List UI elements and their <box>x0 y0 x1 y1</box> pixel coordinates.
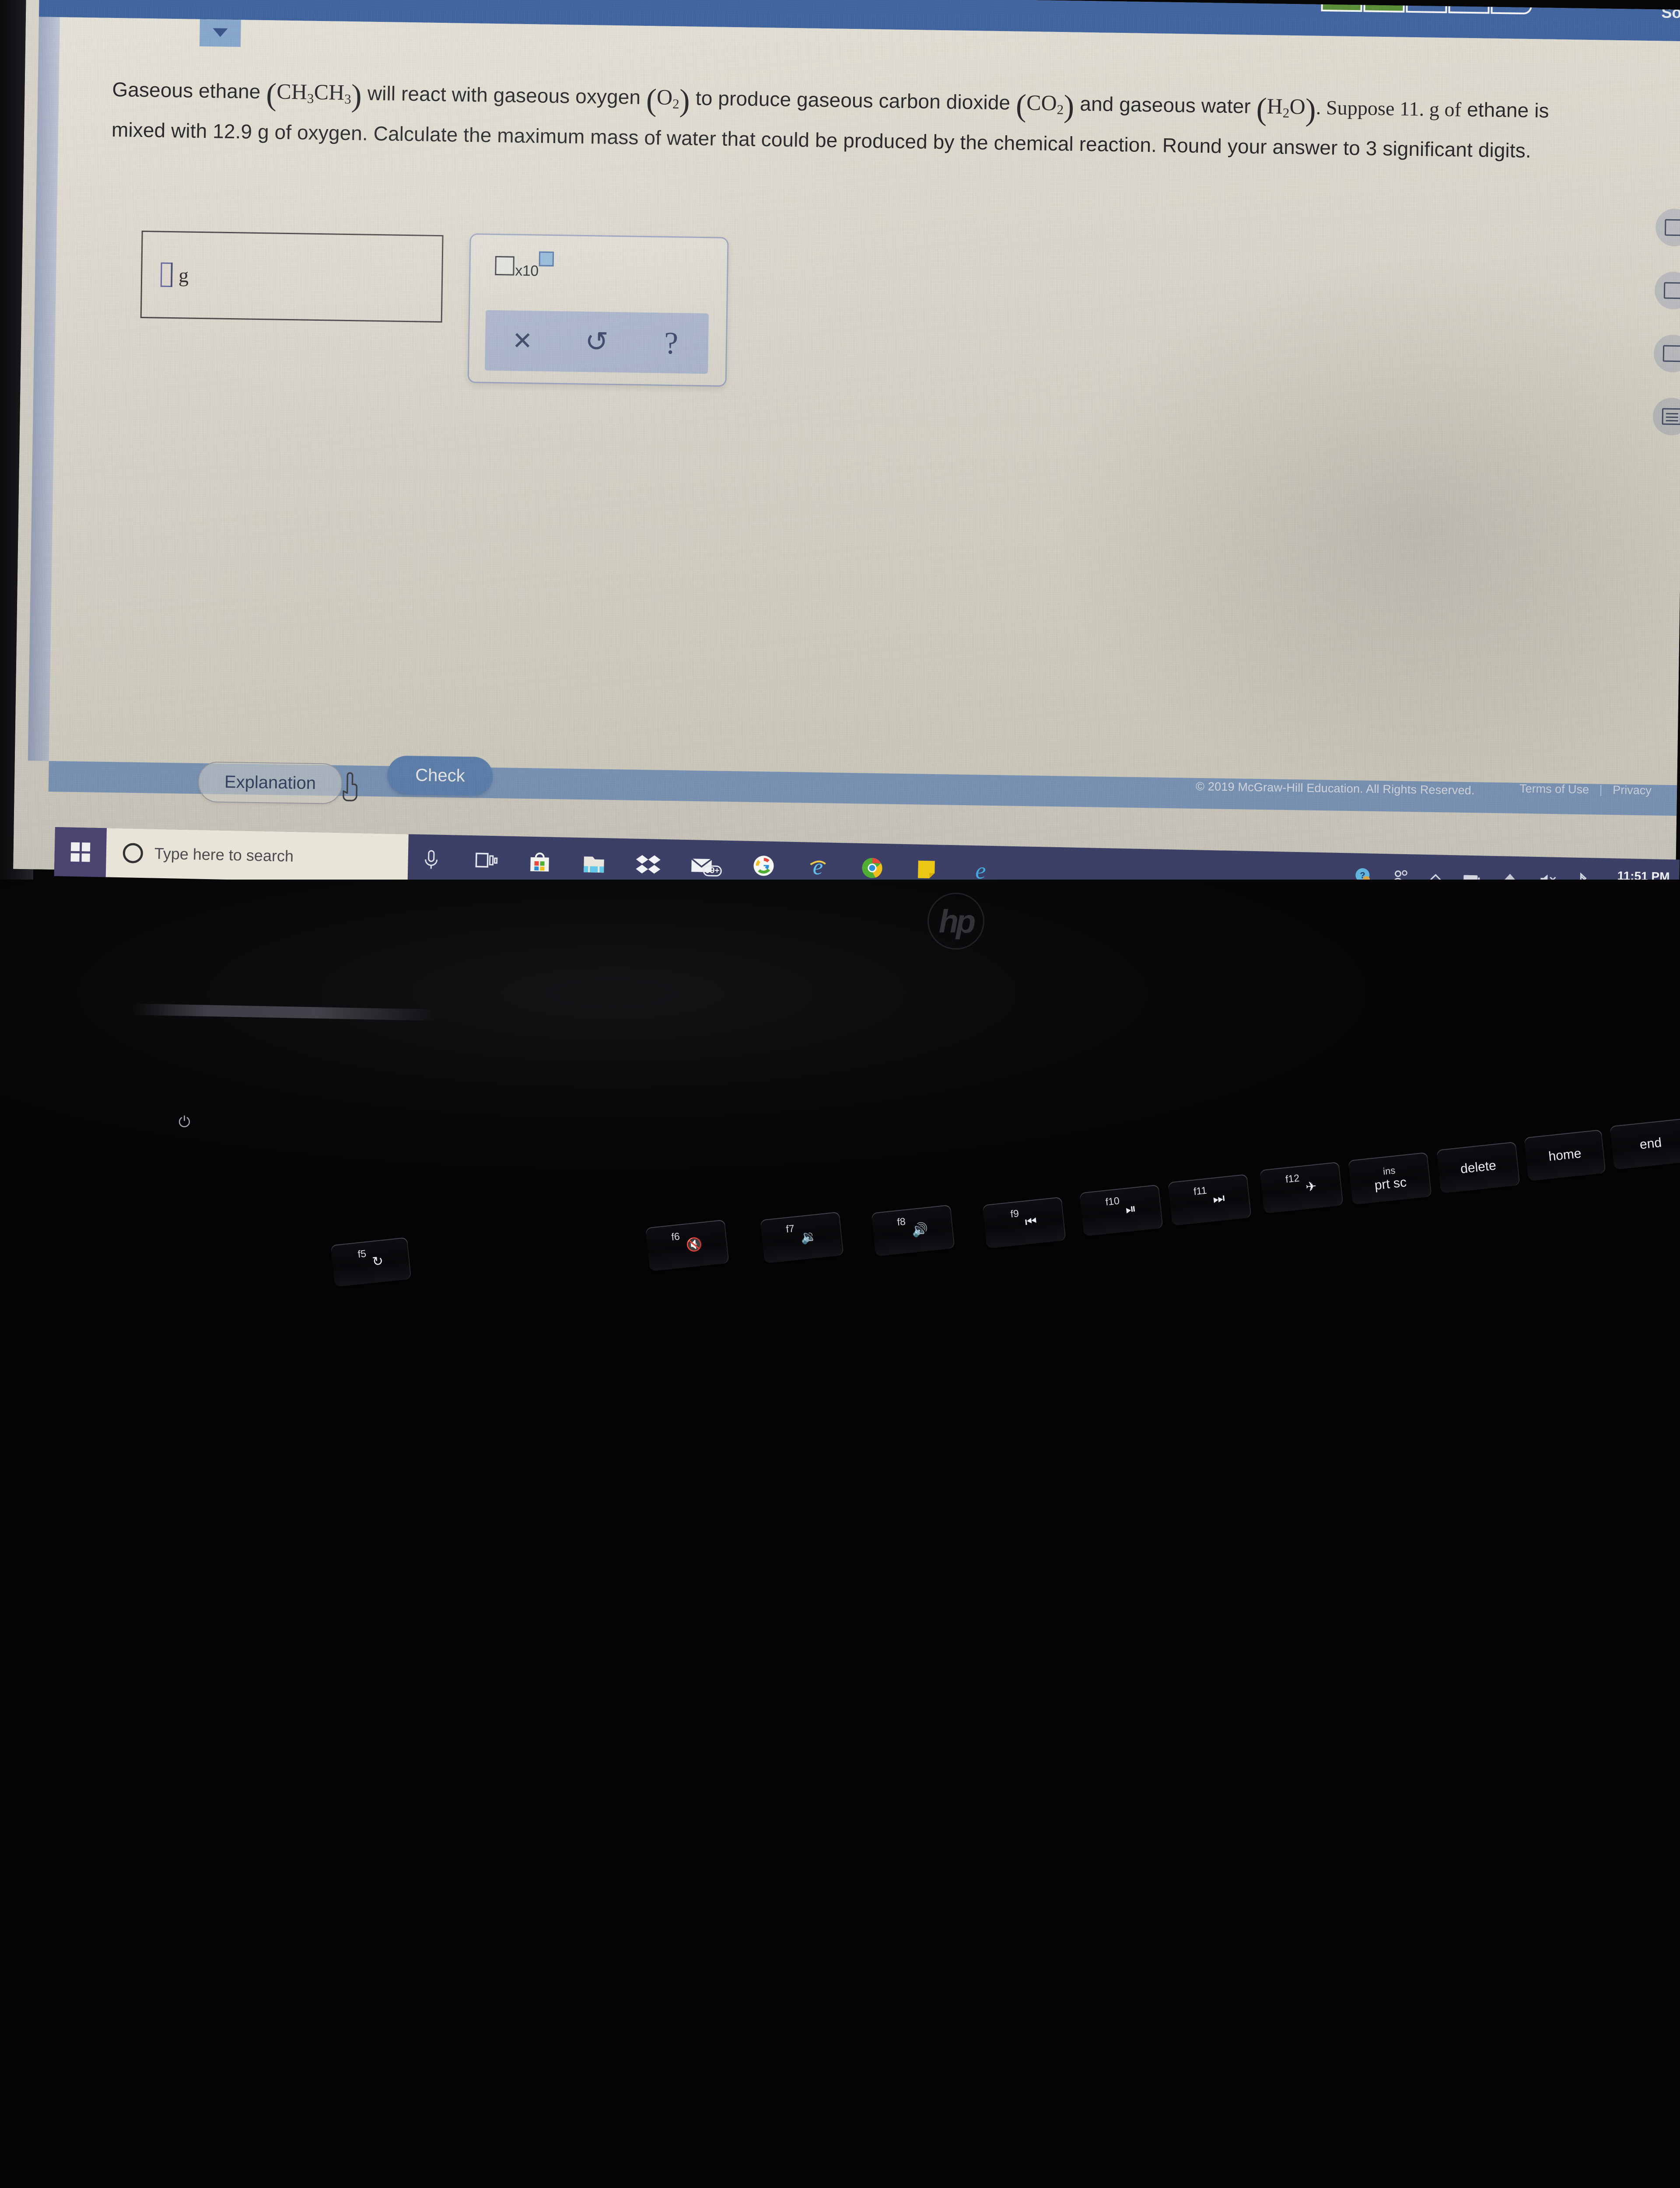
sci-mantissa-box-icon <box>495 256 514 276</box>
formula-carbon-dioxide: (CO2) <box>1016 90 1074 116</box>
dropbox-icon[interactable] <box>634 850 662 877</box>
formula-ethane: (CH3CH3) <box>266 79 362 105</box>
blank-panel-icon <box>1665 219 1680 236</box>
search-placeholder: Type here to search <box>154 845 294 866</box>
question-part-7: significant digits. <box>1382 137 1531 162</box>
svg-text:?: ? <box>1360 870 1365 880</box>
undo-button[interactable]: ↺ <box>560 327 634 357</box>
google-icon[interactable] <box>750 852 777 880</box>
document-icon <box>1664 282 1680 299</box>
sticky-notes-icon[interactable] <box>913 855 940 883</box>
file-explorer-icon[interactable] <box>580 849 608 876</box>
key-f8[interactable]: f8🔊 <box>871 1205 955 1256</box>
right-side-toolbar <box>1652 208 1680 435</box>
footer-links: Terms of Use | Privacy <box>1519 782 1652 797</box>
scientific-notation-button[interactable]: x10 <box>495 256 554 280</box>
photo-of-laptop-screen: Limiting reactants Sol Gaseo <box>0 0 1680 1260</box>
cortana-icon <box>122 843 143 863</box>
privacy-link[interactable]: Privacy <box>1613 783 1652 797</box>
progress-segment <box>1321 0 1362 12</box>
text-caret <box>171 263 173 287</box>
formula-water: (H2O) <box>1256 94 1316 119</box>
tool-circle-3-button[interactable] <box>1653 334 1680 372</box>
math-tool-panel: x10 ✕ ↺ ? <box>468 233 729 387</box>
answer-placeholder-box <box>161 263 172 287</box>
search-box[interactable]: Type here to search <box>106 828 409 883</box>
key-delete[interactable]: delete <box>1436 1142 1520 1193</box>
hp-logo: hp <box>928 893 984 950</box>
tool-actions-bar: ✕ ↺ ? <box>485 310 709 374</box>
collapse-panel-button[interactable] <box>200 19 241 47</box>
microsoft-store-icon[interactable] <box>526 848 553 875</box>
key-f7[interactable]: f7🔉 <box>760 1212 844 1263</box>
key-home[interactable]: home <box>1524 1129 1606 1181</box>
explanation-button[interactable]: Explanation <box>198 761 342 804</box>
tool-circle-4-button[interactable] <box>1652 397 1680 435</box>
task-view-icon[interactable] <box>472 846 499 874</box>
mail-icon[interactable]: 99+ <box>689 851 723 879</box>
power-button-icon[interactable]: ⏻ <box>178 1114 193 1129</box>
progress-indicator <box>1321 0 1532 14</box>
start-button[interactable] <box>54 827 107 877</box>
key-f9[interactable]: f9⏮ <box>982 1197 1066 1248</box>
progress-segment <box>1448 0 1490 14</box>
question-part-1: Gaseous ethane <box>112 78 261 103</box>
question-part-4: and gaseous water <box>1080 92 1251 118</box>
terms-of-use-link[interactable]: Terms of Use <box>1519 782 1589 796</box>
progress-segment <box>1406 0 1447 13</box>
key-f6[interactable]: f6🔇 <box>645 1220 729 1271</box>
link-separator: | <box>1599 783 1602 796</box>
check-button[interactable]: Check <box>387 755 494 796</box>
answer-input-box[interactable]: g <box>140 231 444 323</box>
laptop-screen: Limiting reactants Sol Gaseo <box>13 0 1680 894</box>
image-icon <box>1663 345 1680 362</box>
progress-segment <box>1491 0 1532 14</box>
key-end[interactable]: end <box>1610 1118 1680 1170</box>
key-f12[interactable]: f12✈ <box>1260 1162 1343 1213</box>
tool-circle-1-button[interactable] <box>1656 208 1680 246</box>
chrome-icon[interactable] <box>858 854 886 882</box>
list-icon <box>1662 408 1680 425</box>
mail-badge-count: 99+ <box>705 866 720 876</box>
question-part-5: . Suppose 11. g of <box>1316 96 1461 121</box>
question-part-3: to produce gaseous carbon dioxide <box>696 87 1011 114</box>
clear-button[interactable]: ✕ <box>485 328 560 354</box>
help-button[interactable]: ? <box>634 327 709 360</box>
formula-oxygen: (O2) <box>646 84 690 109</box>
key-f10[interactable]: f10⏯ <box>1079 1185 1163 1236</box>
question-part-2: will react with gaseous oxygen <box>368 82 641 109</box>
keyboard-function-row: f5↻ f6🔇 f7🔉 f8🔊 f9⏮ f10⏯ f11⏭ f12✈ inspr… <box>0 1138 1680 1269</box>
sci-x10-label: x10 <box>515 263 539 280</box>
key-f5[interactable]: f5↻ <box>330 1237 411 1287</box>
windows-logo-icon <box>70 842 90 862</box>
answer-input-inner: g <box>161 263 189 288</box>
app-right-title: Sol <box>1661 3 1680 22</box>
svg-text:e: e <box>812 855 823 880</box>
sci-exponent-box-icon <box>539 251 554 266</box>
key-f11[interactable]: f11⏭ <box>1168 1174 1251 1226</box>
tool-circle-2-button[interactable] <box>1654 271 1680 309</box>
internet-explorer-icon[interactable]: e <box>804 853 832 880</box>
cortana-mic-icon[interactable] <box>417 845 445 873</box>
answer-unit-label: g <box>178 263 189 287</box>
key-insert-print-screen[interactable]: insprt sc <box>1348 1152 1432 1205</box>
progress-segment <box>1363 0 1405 13</box>
chevron-down-icon <box>213 28 228 37</box>
